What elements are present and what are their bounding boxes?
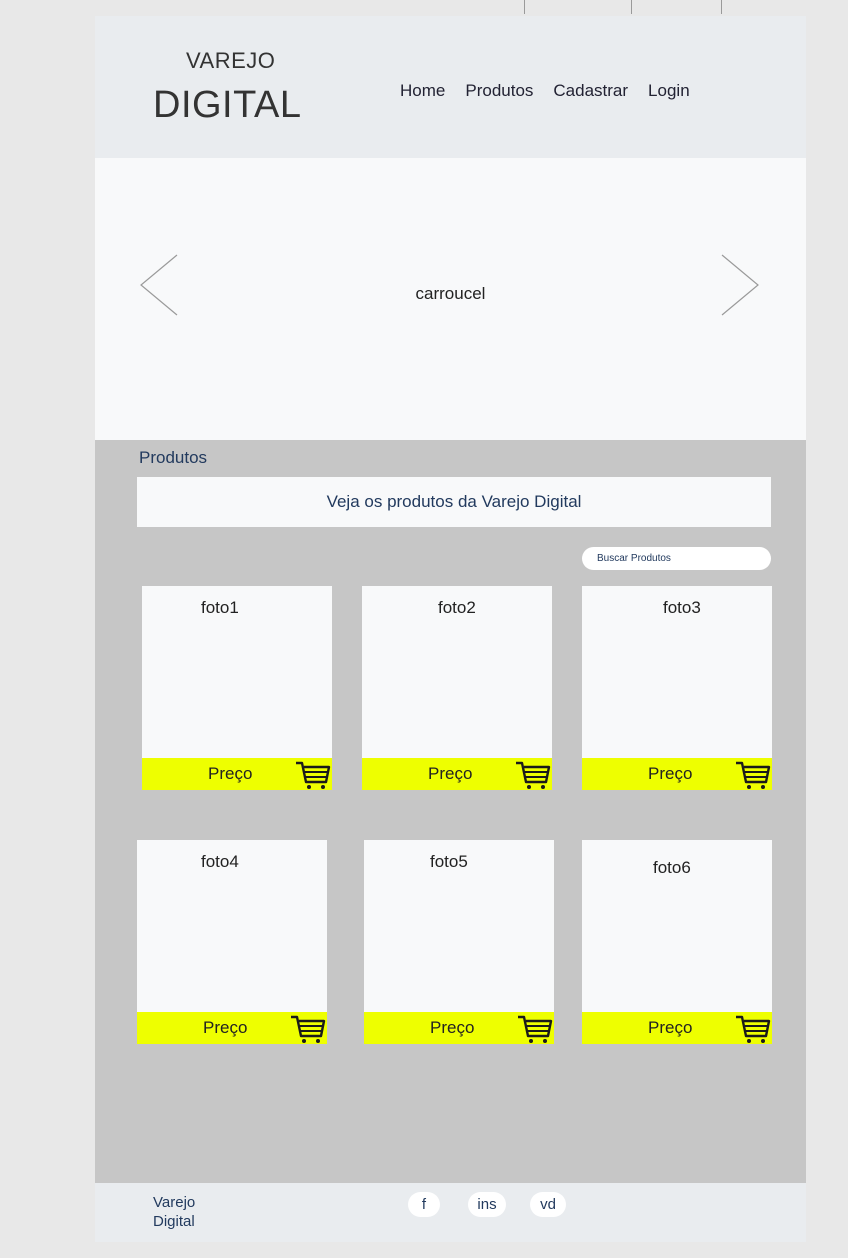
product-card-3[interactable]: foto3 Preço (582, 586, 772, 790)
price-bar: Preço (582, 1012, 772, 1044)
card-title: foto3 (663, 598, 701, 617)
price-bar: Preço (142, 758, 332, 790)
nav-produtos[interactable]: Produtos (465, 81, 533, 101)
card-title: foto5 (430, 852, 468, 871)
footer-brand[interactable]: Varejo Digital (153, 1193, 223, 1231)
card-title: foto1 (201, 598, 239, 617)
nav-cadastrar[interactable]: Cadastrar (553, 81, 628, 101)
cart-icon[interactable] (734, 758, 772, 790)
top-guide-ticks (0, 0, 848, 16)
cart-icon[interactable] (734, 1012, 772, 1044)
price-label: Preço (203, 1018, 248, 1037)
section-title: Produtos (139, 448, 208, 467)
price-label: Preço (208, 764, 253, 783)
price-label: Preço (648, 764, 693, 783)
chevron-right-icon[interactable] (720, 254, 760, 316)
price-label: Preço (430, 1018, 475, 1037)
card-title: foto2 (438, 598, 476, 617)
nav-home[interactable]: Home (400, 81, 445, 101)
site-header: VAREJO DIGITAL Home Produtos Cadastrar L… (95, 16, 806, 158)
cart-icon[interactable] (289, 1012, 327, 1044)
card-title: foto6 (653, 858, 691, 877)
vd-link[interactable]: vd (530, 1192, 566, 1217)
page-frame: VAREJO DIGITAL Home Produtos Cadastrar L… (95, 16, 806, 1242)
cart-icon[interactable] (514, 758, 552, 790)
price-bar: Preço (582, 758, 772, 790)
site-footer: Varejo Digital f ins vd (95, 1183, 806, 1242)
product-card-6[interactable]: foto6 Preço (582, 840, 772, 1044)
carousel-label: carroucel (415, 284, 486, 303)
price-bar: Preço (137, 1012, 327, 1044)
instagram-link[interactable]: ins (468, 1192, 506, 1217)
carousel: carroucel (95, 158, 806, 440)
card-title: foto4 (201, 852, 239, 871)
logo-digital[interactable]: DIGITAL (153, 84, 302, 127)
cart-icon[interactable] (516, 1012, 554, 1044)
facebook-link[interactable]: f (408, 1192, 440, 1217)
price-bar: Preço (364, 1012, 554, 1044)
search-input[interactable]: Buscar Produtos (582, 547, 771, 570)
product-card-2[interactable]: foto2 Preço (362, 586, 552, 790)
product-card-1[interactable]: foto1 Preço (142, 586, 332, 790)
nav-login[interactable]: Login (648, 81, 690, 101)
footer-brand-line1: Varejo (153, 1194, 196, 1211)
logo-varejo[interactable]: VAREJO (186, 48, 275, 74)
product-card-4[interactable]: foto4 Preço (137, 840, 327, 1044)
price-bar: Preço (362, 758, 552, 790)
footer-brand-line2: Digital (153, 1213, 195, 1230)
products-banner: Veja os produtos da Varejo Digital (137, 477, 771, 527)
cart-icon[interactable] (294, 758, 332, 790)
price-label: Preço (648, 1018, 693, 1037)
price-label: Preço (428, 764, 473, 783)
product-card-5[interactable]: foto5 Preço (364, 840, 554, 1044)
main-nav: Home Produtos Cadastrar Login (400, 81, 690, 101)
